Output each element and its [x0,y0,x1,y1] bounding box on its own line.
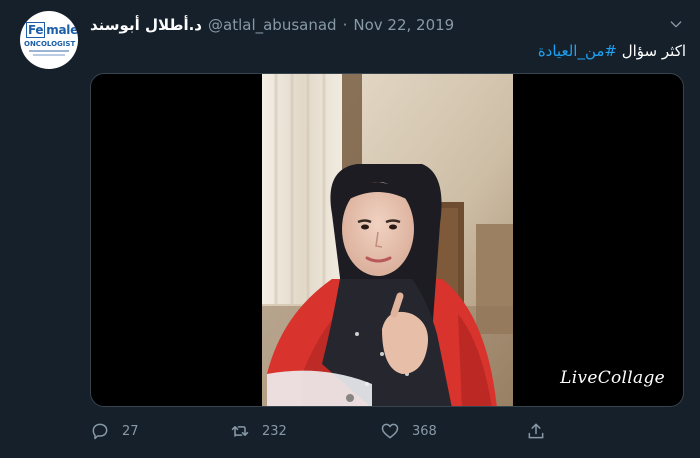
retweet-button[interactable]: 232 [230,418,287,444]
avatar-logo-male: male [46,23,78,37]
avatar[interactable]: Fe male ONCOLOGIST [20,11,78,69]
video-frame [262,74,513,406]
more-options-chevron-down-icon[interactable] [666,14,686,34]
display-name[interactable]: د.أطلال أبوسند [90,16,202,34]
avatar-logo-line [29,50,69,52]
like-count: 368 [412,423,437,439]
livecollage-watermark: LiveCollage [560,368,665,388]
hashtag-link[interactable]: #من_العيادة [538,42,617,60]
video-frame-image [262,74,513,406]
reply-icon [92,423,108,440]
reply-button[interactable]: 27 [90,418,139,444]
avatar-logo-subtitle: ONCOLOGIST [24,40,76,48]
retweet-count: 232 [262,423,287,439]
retweet-icon [231,426,249,437]
share-button[interactable] [526,418,546,444]
tweet-header: د.أطلال أبوسند @atlal_abusanad · Nov 22,… [90,14,454,36]
share-icon [528,423,544,439]
avatar-logo-text: Fe male [26,22,78,38]
user-handle[interactable]: @atlal_abusanad [208,16,337,34]
separator-dot: · [342,16,348,34]
tweet-text: اكثر سؤال #من_العيادة [90,42,686,64]
avatar-logo-line [33,54,65,56]
video-player[interactable]: LiveCollage [90,73,684,407]
heart-icon [381,423,399,439]
avatar-logo-fe: Fe [26,22,46,38]
tweet-text-plain: اكثر سؤال [616,42,686,60]
like-button[interactable]: 368 [380,418,437,444]
tweet-actions: 27 232 368 [90,418,650,444]
tweet-card[interactable]: Fe male ONCOLOGIST د.أطلال أبوسند @atlal_… [0,0,700,458]
reply-count: 27 [122,423,139,439]
tweet-date[interactable]: Nov 22, 2019 [353,16,454,34]
